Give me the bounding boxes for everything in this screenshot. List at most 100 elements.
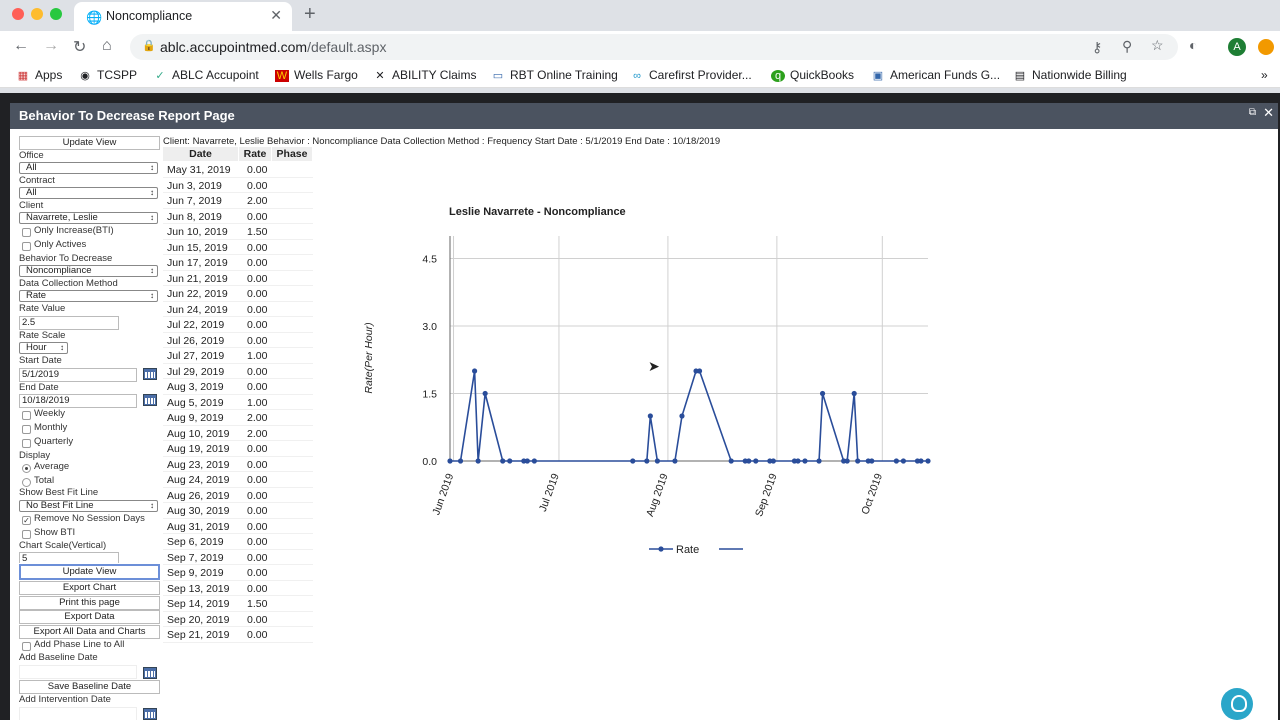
table-row: Aug 19, 2019 0.00 (163, 441, 313, 457)
data-point (746, 458, 752, 464)
table-row: Jul 27, 2019 1.00 (163, 348, 313, 364)
key-icon[interactable]: ⚷ (1092, 39, 1102, 56)
rate-value-input[interactable]: 2.5 (19, 316, 119, 330)
update-icon[interactable] (1258, 39, 1274, 55)
intervention-calendar-icon[interactable] (143, 708, 157, 720)
export-all-button[interactable]: Export All Data and Charts (19, 625, 160, 639)
export-chart-button[interactable]: Export Chart (19, 581, 160, 595)
update-view-button-2[interactable]: Update View (19, 564, 160, 580)
data-point (447, 458, 453, 464)
office-select[interactable]: All (19, 162, 158, 174)
zoom-icon[interactable]: ⚲ (1122, 38, 1132, 55)
rbt-icon: ▭ (492, 70, 504, 82)
client-label: Client (19, 200, 44, 211)
print-page-button[interactable]: Print this page (19, 596, 160, 610)
tab-title: Noncompliance (106, 9, 193, 23)
update-view-button[interactable]: Update View (19, 136, 160, 150)
bookmark-nationwide[interactable]: ▤ Nationwide Billing (1013, 68, 1127, 82)
browser-tab[interactable]: 🌐 Noncompliance ✕ (74, 2, 292, 31)
baseline-calendar-icon[interactable] (143, 667, 157, 679)
back-icon[interactable]: ← (13, 37, 29, 55)
end-date-calendar-icon[interactable] (143, 394, 157, 406)
avatar[interactable]: A (1228, 38, 1246, 56)
average-radio[interactable] (22, 464, 31, 473)
table-row: Jun 22, 2019 0.00 (163, 286, 313, 302)
bookmark-star-icon[interactable]: ☆ (1151, 37, 1164, 54)
weekly-checkbox[interactable] (22, 411, 31, 420)
bookmark-carefirst[interactable]: ∞ Carefirst Provider... (630, 68, 752, 82)
chart-scale-input[interactable]: 5 (19, 552, 119, 564)
extension-icon[interactable]: ◐ (1189, 37, 1197, 53)
table-cell-date: Aug 5, 2019 (167, 396, 224, 409)
bookmark-quickbooks[interactable]: q QuickBooks (771, 68, 854, 82)
bookmark-tcspp[interactable]: ◉ TCSPP (78, 68, 137, 82)
behavior-select[interactable]: Noncompliance (19, 265, 158, 277)
restore-icon[interactable]: ⧉ (1249, 107, 1256, 118)
bookmark-american-funds[interactable]: ▣ American Funds G... (871, 68, 1000, 82)
bookmark-wells-fargo[interactable]: W Wells Fargo (275, 68, 358, 82)
table-cell-rate: 0.00 (247, 164, 268, 176)
table-cell-date: Aug 26, 2019 (167, 489, 230, 502)
reload-icon[interactable]: ↻ (73, 37, 86, 57)
bookmark-rbt[interactable]: ▭ RBT Online Training (491, 68, 618, 82)
new-tab-icon[interactable]: + (304, 3, 316, 26)
table-cell-rate: 0.00 (247, 381, 268, 393)
table-cell-date: Jun 24, 2019 (167, 303, 228, 316)
table-cell-date: Sep 7, 2019 (167, 551, 224, 564)
remove-no-session-checkbox[interactable]: ✓ (22, 516, 31, 525)
bookmarks-overflow-icon[interactable]: » (1261, 68, 1268, 82)
forward-icon[interactable]: → (43, 37, 59, 55)
chart-y-ticks: 0.0 1.5 3.0 4.5 (422, 254, 437, 469)
home-icon[interactable]: ⌂ (102, 37, 112, 55)
table-cell-rate: 2.00 (247, 195, 268, 207)
table-cell-date: Sep 14, 2019 (167, 598, 230, 610)
save-baseline-button[interactable]: Save Baseline Date (19, 680, 160, 694)
start-date-input[interactable]: 5/1/2019 (19, 368, 137, 382)
url-text: ablc.accupointmed.com/default.aspx (160, 39, 387, 55)
start-date-calendar-icon[interactable] (143, 368, 157, 380)
close-window-icon[interactable] (12, 8, 24, 20)
intervention-date-input[interactable] (19, 707, 137, 720)
close-tab-icon[interactable]: ✕ (270, 7, 282, 24)
bookmark-ability[interactable]: ✕ ABILITY Claims (373, 68, 476, 82)
mouse-cursor-icon: ➤ (648, 358, 660, 374)
help-chat-button[interactable] (1221, 688, 1253, 720)
table-row: Sep 9, 2019 0.00 (163, 565, 313, 581)
table-cell-rate: 0.00 (247, 272, 268, 285)
baseline-date-input[interactable] (19, 665, 137, 679)
report-info-line: Client: Navarrete, Leslie Behavior : Non… (163, 136, 721, 147)
office-label: Office (19, 150, 44, 161)
method-select[interactable]: Rate (19, 290, 158, 302)
only-actives-label: Only Actives (34, 239, 87, 250)
table-row: Sep 20, 2019 0.00 (163, 612, 313, 627)
table-cell-rate: 0.00 (247, 443, 268, 455)
client-select[interactable]: Navarrete, Leslie (19, 212, 158, 224)
data-point (644, 458, 650, 464)
data-point (900, 458, 906, 464)
table-cell-rate: 1.50 (247, 598, 268, 610)
address-bar[interactable]: 🔒 ablc.accupointmed.com/default.aspx ⚷ ⚲… (130, 34, 1178, 60)
bookmark-apps[interactable]: ▦ Apps (16, 68, 63, 82)
table-cell-date: Aug 23, 2019 (167, 458, 230, 471)
export-data-button[interactable]: Export Data (19, 610, 160, 624)
only-actives-checkbox[interactable] (22, 242, 31, 251)
minimize-window-icon[interactable] (31, 8, 43, 20)
maximize-window-icon[interactable] (50, 8, 62, 20)
add-phase-line-checkbox[interactable] (22, 642, 31, 651)
end-date-input[interactable]: 10/18/2019 (19, 394, 137, 408)
table-cell-rate: 1.50 (247, 226, 268, 238)
show-bti-checkbox[interactable] (22, 530, 31, 539)
quarterly-checkbox[interactable] (22, 439, 31, 448)
total-radio[interactable] (22, 478, 31, 487)
close-icon[interactable]: ✕ (1263, 105, 1274, 121)
behavior-label: Behavior To Decrease (19, 253, 113, 264)
only-increase-checkbox[interactable] (22, 228, 31, 237)
rate-scale-select[interactable]: Hour (19, 342, 68, 354)
table-cell-date: Jul 26, 2019 (167, 334, 225, 347)
report-window: Behavior To Decrease Report Page ⧉ ✕ Upd… (10, 103, 1278, 720)
contract-select[interactable]: All (19, 187, 158, 199)
bookmark-ablc[interactable]: ✓ ABLC Accupoint (153, 68, 258, 82)
monthly-checkbox[interactable] (22, 425, 31, 434)
best-fit-select[interactable]: No Best Fit Line (19, 500, 158, 512)
table-cell-rate: 0.00 (247, 319, 268, 331)
